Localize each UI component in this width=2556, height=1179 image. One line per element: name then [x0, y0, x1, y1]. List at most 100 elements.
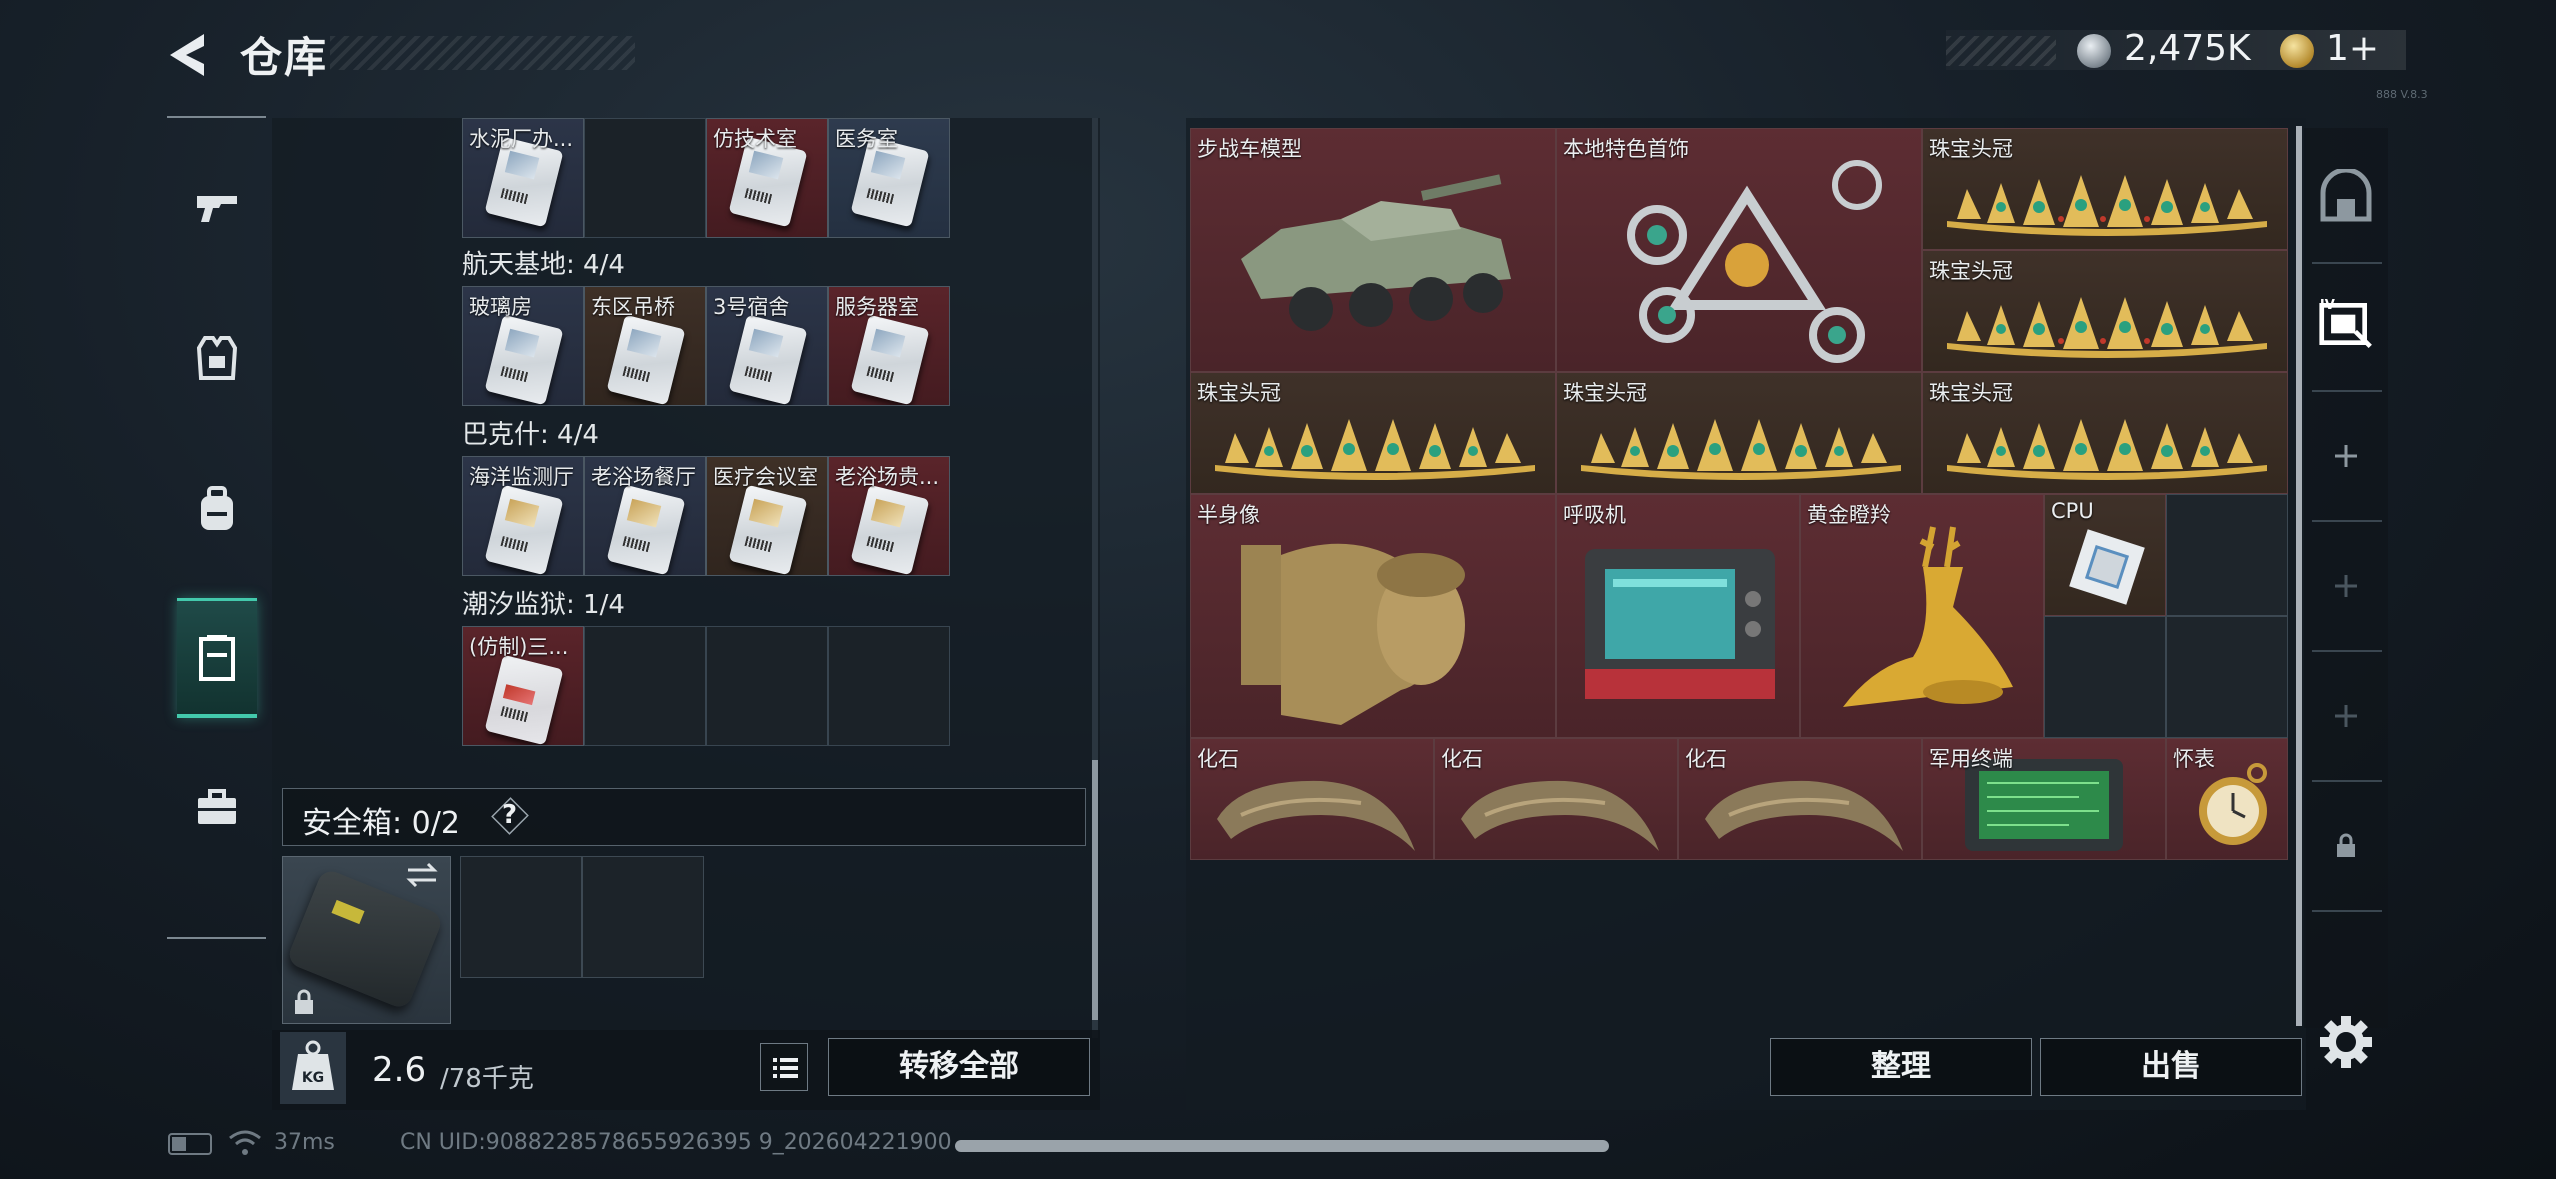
- inventory-item[interactable]: 黄金瞪羚: [1800, 494, 2044, 738]
- inventory-item[interactable]: 本地特色首饰: [1556, 128, 1922, 372]
- nav-weapons[interactable]: [177, 148, 257, 268]
- gold-balance[interactable]: 1+: [2326, 28, 2379, 69]
- shelter-icon: [2320, 169, 2372, 222]
- home-indicator[interactable]: [955, 1140, 1609, 1152]
- silver-balance: 2,475K: [2124, 28, 2251, 69]
- keycard-slot[interactable]: 医务室: [828, 118, 950, 238]
- weight-icon-text: KG: [302, 1070, 324, 1086]
- keycard-slot[interactable]: 仿技术室: [706, 118, 828, 238]
- inventory-item[interactable]: 军用终端: [1922, 738, 2166, 860]
- region-title: 潮汐监狱: 1/4: [462, 590, 625, 620]
- version-mark: 888 V.8.3: [2376, 88, 2428, 101]
- wifi-icon: [229, 1130, 261, 1155]
- empty-slot[interactable]: [2166, 616, 2288, 738]
- plus-icon: [2335, 445, 2357, 467]
- keycard-label: 仿技术室: [713, 127, 797, 151]
- help-question-mark[interactable]: ?: [502, 800, 517, 830]
- empty-slot[interactable]: [584, 118, 706, 238]
- empty-slot[interactable]: [828, 626, 950, 746]
- empty-slot[interactable]: [2166, 494, 2288, 616]
- tiara-icon: [1581, 419, 1901, 480]
- battery-level: [172, 1137, 186, 1151]
- sell-button[interactable]: 出售: [2040, 1038, 2302, 1096]
- inventory-item[interactable]: CPU: [2044, 494, 2166, 616]
- inventory-item[interactable]: 化石: [1678, 738, 1922, 860]
- rail-divider: [2312, 910, 2382, 912]
- keycard-slot[interactable]: 东区吊桥: [584, 286, 706, 406]
- back-button[interactable]: [160, 30, 216, 80]
- region-title: 航天基地: 4/4: [462, 250, 625, 280]
- keycard-icon: [606, 314, 686, 405]
- keycard-slot[interactable]: 海洋监测厅: [462, 456, 584, 576]
- item-label: 军用终端: [1929, 747, 2013, 771]
- keycard-label: 医务室: [835, 127, 898, 151]
- keycard-label: 东区吊桥: [591, 295, 675, 319]
- item-label: 化石: [1685, 747, 1727, 771]
- item-label: 珠宝头冠: [1929, 137, 2013, 161]
- locker-icon: [199, 634, 235, 681]
- nav-armor[interactable]: [177, 298, 257, 418]
- inventory-item[interactable]: 呼吸机: [1556, 494, 1800, 738]
- inventory-item[interactable]: 化石: [1190, 738, 1434, 860]
- nav-backpack[interactable]: [177, 448, 257, 568]
- rail-ticket[interactable]: IV: [2318, 264, 2374, 384]
- inventory-item[interactable]: 珠宝头冠: [1556, 372, 1922, 494]
- inventory-item[interactable]: 半身像: [1190, 494, 1556, 738]
- keycard-slot[interactable]: 老浴场餐厅: [584, 456, 706, 576]
- keycard-slot[interactable]: 水泥厂办...: [462, 118, 584, 238]
- item-label: 珠宝头冠: [1563, 381, 1647, 405]
- rail-add-slot[interactable]: [2318, 526, 2374, 646]
- keycard-icon: [850, 484, 930, 575]
- item-label: 化石: [1197, 747, 1239, 771]
- list-view-button[interactable]: [760, 1043, 808, 1091]
- item-label: 珠宝头冠: [1929, 381, 2013, 405]
- rail-shelter[interactable]: [2318, 136, 2374, 256]
- keycard-label: 老浴场餐厅: [591, 465, 696, 489]
- sort-button[interactable]: 整理: [1770, 1038, 2032, 1096]
- keycard-slot[interactable]: 3号宿舍: [706, 286, 828, 406]
- keycard-slot[interactable]: 医疗会议室: [706, 456, 828, 576]
- rail-locked-slot[interactable]: [2318, 786, 2374, 906]
- inventory-item[interactable]: 珠宝头冠: [1922, 250, 2288, 372]
- keycard-slot[interactable]: 服务器室: [828, 286, 950, 406]
- inventory-item[interactable]: 珠宝头冠: [1922, 128, 2288, 250]
- empty-slot[interactable]: [2044, 616, 2166, 738]
- keycard-label: 3号宿舍: [713, 295, 790, 319]
- page-title: 仓库: [240, 33, 329, 82]
- backpack-icon: [201, 486, 233, 530]
- swap-icon[interactable]: [404, 862, 440, 888]
- keycard-icon: [850, 314, 930, 405]
- safe-empty-slot[interactable]: [582, 856, 704, 978]
- settings-gear-icon[interactable]: [2318, 1010, 2374, 1074]
- rail-add-slot[interactable]: [2318, 396, 2374, 516]
- keycard-slot[interactable]: 老浴场贵...: [828, 456, 950, 576]
- keycard-icon: [728, 484, 808, 575]
- safe-empty-slot[interactable]: [460, 856, 582, 978]
- inventory-scrollbar-thumb[interactable]: [2296, 126, 2302, 1026]
- inventory-item[interactable]: 珠宝头冠: [1922, 372, 2288, 494]
- nav-stash[interactable]: [177, 598, 257, 718]
- inventory-item[interactable]: 怀表: [2166, 738, 2288, 860]
- nav-toolbox[interactable]: [177, 748, 257, 868]
- keycard-slot[interactable]: 玻璃房: [462, 286, 584, 406]
- silver-coin-icon: [2077, 34, 2111, 68]
- empty-slot[interactable]: [706, 626, 828, 746]
- empty-slot[interactable]: [584, 626, 706, 746]
- armored-vehicle-icon: [1241, 174, 1511, 331]
- item-label: 步战车模型: [1197, 137, 1302, 161]
- stash-scrollbar-thumb[interactable]: [1092, 760, 1098, 1020]
- transfer-all-button[interactable]: 转移全部: [828, 1038, 1090, 1096]
- rail-add-slot[interactable]: [2318, 656, 2374, 776]
- inventory-item[interactable]: 珠宝头冠: [1190, 372, 1556, 494]
- weight-value: 2.6: [372, 1050, 427, 1090]
- vest-icon: [196, 336, 238, 380]
- toolbox-icon: [198, 789, 236, 824]
- inventory-item[interactable]: 化石: [1434, 738, 1678, 860]
- currency-decoration: [1946, 36, 2056, 66]
- tiara-icon: [1947, 175, 2267, 236]
- keycard-icon: [728, 314, 808, 405]
- ping-text: 37ms: [274, 1130, 335, 1155]
- list-icon: [773, 1058, 798, 1078]
- keycard-slot[interactable]: (仿制)三...: [462, 626, 584, 746]
- inventory-item[interactable]: 步战车模型: [1190, 128, 1556, 372]
